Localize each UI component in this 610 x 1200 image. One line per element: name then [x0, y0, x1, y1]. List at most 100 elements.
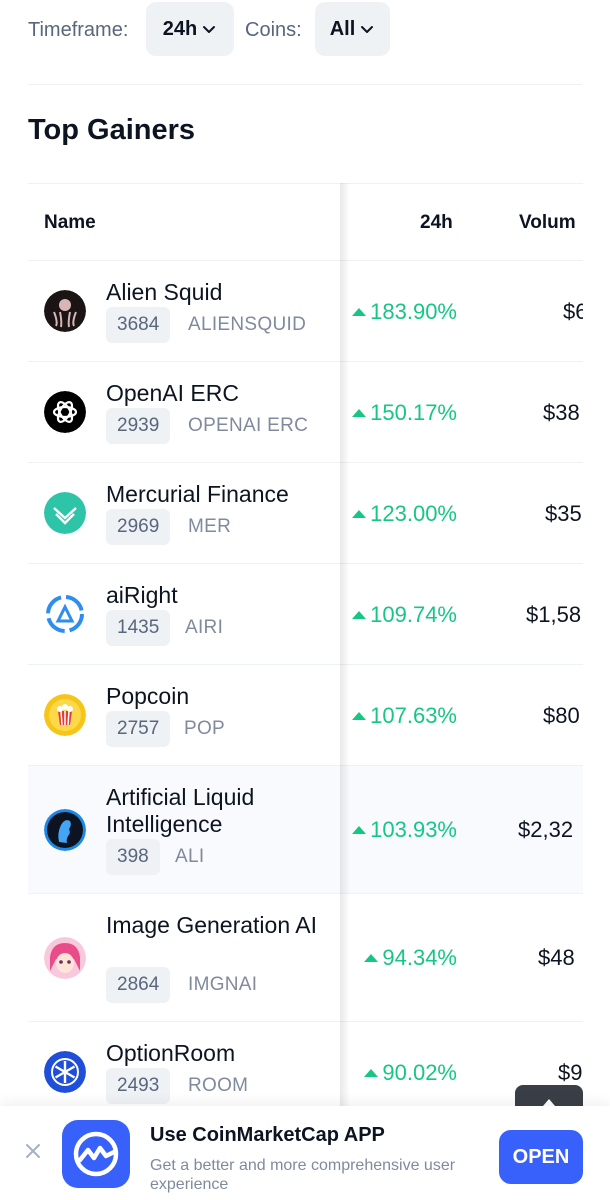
change-24h: 109.74% — [352, 602, 457, 628]
volume-value: $6 — [563, 299, 583, 324]
optionroom-logo-icon — [44, 1051, 86, 1093]
coin-name[interactable]: Mercurial Finance — [106, 481, 346, 508]
volume-value: $2,32 — [518, 817, 574, 842]
change-24h: 107.63% — [352, 703, 457, 729]
name-cell: Image Generation AI 2864 IMGNAI — [28, 894, 340, 1021]
volume-value: $9 — [558, 1060, 583, 1085]
coin-name[interactable]: Popcoin — [106, 683, 336, 710]
rank-badge: 1435 — [106, 610, 171, 646]
coin-name[interactable]: OpenAI ERC — [106, 380, 336, 407]
change-value: 109.74% — [370, 602, 457, 627]
caret-up-icon — [352, 308, 367, 316]
change-value: 183.90% — [370, 299, 457, 324]
table-row[interactable]: Popcoin 2757 POP 107.63% $80 — [28, 665, 583, 766]
table-row[interactable]: OpenAI ERC 2939 OPENAI ERC 150.17% $38 — [28, 362, 583, 463]
name-cell: OpenAI ERC 2939 OPENAI ERC — [28, 362, 340, 462]
volume-value: $35 — [545, 501, 582, 526]
timeframe-label: Timeframe: — [28, 19, 129, 41]
rank-badge: 2864 — [106, 967, 171, 1003]
rank-badge: 398 — [106, 839, 160, 875]
airight-logo-icon — [44, 593, 86, 635]
rank-badge: 2939 — [106, 408, 171, 444]
column-header-volume[interactable]: Volum — [519, 212, 576, 234]
close-icon[interactable] — [24, 1142, 42, 1160]
table-row[interactable]: Alien Squid 3684 ALIENSQUID 183.90% $6 — [28, 261, 583, 362]
change-value: 94.34% — [382, 945, 457, 970]
coin-name[interactable]: Image Generation AI — [106, 912, 326, 939]
caret-up-icon — [352, 510, 367, 518]
change-24h: 103.93% — [352, 817, 457, 843]
divider — [28, 84, 582, 85]
popcoin-logo-icon — [44, 694, 86, 736]
coin-name[interactable]: OptionRoom — [106, 1040, 336, 1067]
caret-up-icon — [352, 409, 367, 417]
name-cell: aiRight 1435 AIRI — [28, 564, 340, 664]
banner-description: Get a better and more comprehensive user… — [150, 1157, 456, 1193]
name-cell: Alien Squid 3684 ALIENSQUID — [28, 261, 340, 361]
column-header-name[interactable]: Name — [44, 212, 96, 234]
chevron-down-icon — [203, 26, 216, 33]
chevron-down-icon — [361, 26, 374, 33]
change-value: 90.02% — [382, 1060, 457, 1085]
volume-value: $38 — [543, 400, 580, 425]
coin-name[interactable]: Artificial Liquid Intelligence — [106, 784, 336, 838]
openai-logo-icon — [44, 391, 86, 433]
change-value: 123.00% — [370, 501, 457, 526]
coins-value: All — [329, 17, 356, 40]
change-24h: 123.00% — [352, 501, 457, 527]
timeframe-dropdown[interactable]: 24h — [146, 2, 234, 56]
rank-badge: 2493 — [106, 1068, 171, 1104]
caret-up-icon — [364, 954, 379, 962]
open-app-button[interactable]: OPEN — [499, 1130, 583, 1184]
change-24h: 183.90% — [352, 299, 457, 325]
coin-symbol: AIRI — [185, 617, 224, 638]
ali-logo-icon — [44, 809, 86, 851]
gainers-table[interactable]: Name 24h Volum Alien Squid 3684 ALIENSQU… — [28, 183, 583, 1108]
caret-up-icon — [352, 712, 367, 720]
name-cell: Artificial Liquid Intelligence 398 ALI — [28, 766, 340, 893]
name-cell: Mercurial Finance 2969 MER — [28, 463, 340, 563]
coin-name[interactable]: aiRight — [106, 582, 336, 609]
coins-dropdown[interactable]: All — [315, 2, 390, 56]
table-row[interactable]: aiRight 1435 AIRI 109.74% $1,58 — [28, 564, 583, 665]
coin-symbol: MER — [188, 516, 232, 537]
coin-symbol: OPENAI ERC — [188, 415, 309, 436]
change-value: 107.63% — [370, 703, 457, 728]
caret-up-icon — [364, 1069, 379, 1077]
coin-symbol: ROOM — [188, 1075, 249, 1096]
rank-badge: 3684 — [106, 307, 171, 343]
caret-up-icon — [352, 826, 367, 834]
banner-title: Use CoinMarketCap APP — [150, 1124, 385, 1146]
imgnai-logo-icon — [44, 937, 86, 979]
coin-symbol: IMGNAI — [188, 974, 258, 995]
mercurial-logo-icon — [44, 492, 86, 534]
change-24h: 150.17% — [352, 400, 457, 426]
coins-label: Coins: — [245, 19, 302, 41]
volume-value: $80 — [543, 703, 580, 728]
table-row[interactable]: Image Generation AI 2864 IMGNAI 94.34% $… — [28, 894, 583, 1022]
table-header: Name 24h Volum — [28, 183, 583, 261]
change-value: 103.93% — [370, 817, 457, 842]
coin-name[interactable]: Alien Squid — [106, 279, 336, 306]
arrow-up-icon — [543, 1099, 555, 1106]
rank-badge: 2969 — [106, 509, 171, 545]
column-header-24h[interactable]: 24h — [420, 212, 453, 234]
coinmarketcap-logo-icon — [62, 1120, 130, 1188]
name-cell: OptionRoom 2493 ROOM — [28, 1022, 340, 1108]
table-row[interactable]: Mercurial Finance 2969 MER 123.00% $35 — [28, 463, 583, 564]
coin-symbol: POP — [184, 718, 226, 739]
change-value: 150.17% — [370, 400, 457, 425]
coin-symbol: ALIENSQUID — [188, 314, 307, 335]
rank-badge: 2757 — [106, 711, 171, 747]
change-24h: 94.34% — [364, 945, 457, 971]
caret-up-icon — [352, 611, 367, 619]
alien-squid-logo-icon — [44, 290, 86, 332]
table-row[interactable]: OptionRoom 2493 ROOM 90.02% $9 — [28, 1022, 583, 1108]
app-promo-banner: Use CoinMarketCap APP Get a better and m… — [0, 1106, 610, 1200]
filter-bar: Timeframe: 24h Coins: All — [0, 0, 610, 84]
coin-symbol: ALI — [175, 846, 205, 867]
name-cell: Popcoin 2757 POP — [28, 665, 340, 765]
table-row[interactable]: Artificial Liquid Intelligence 398 ALI 1… — [28, 766, 583, 894]
timeframe-value: 24h — [162, 17, 198, 40]
section-title: Top Gainers — [28, 114, 196, 146]
